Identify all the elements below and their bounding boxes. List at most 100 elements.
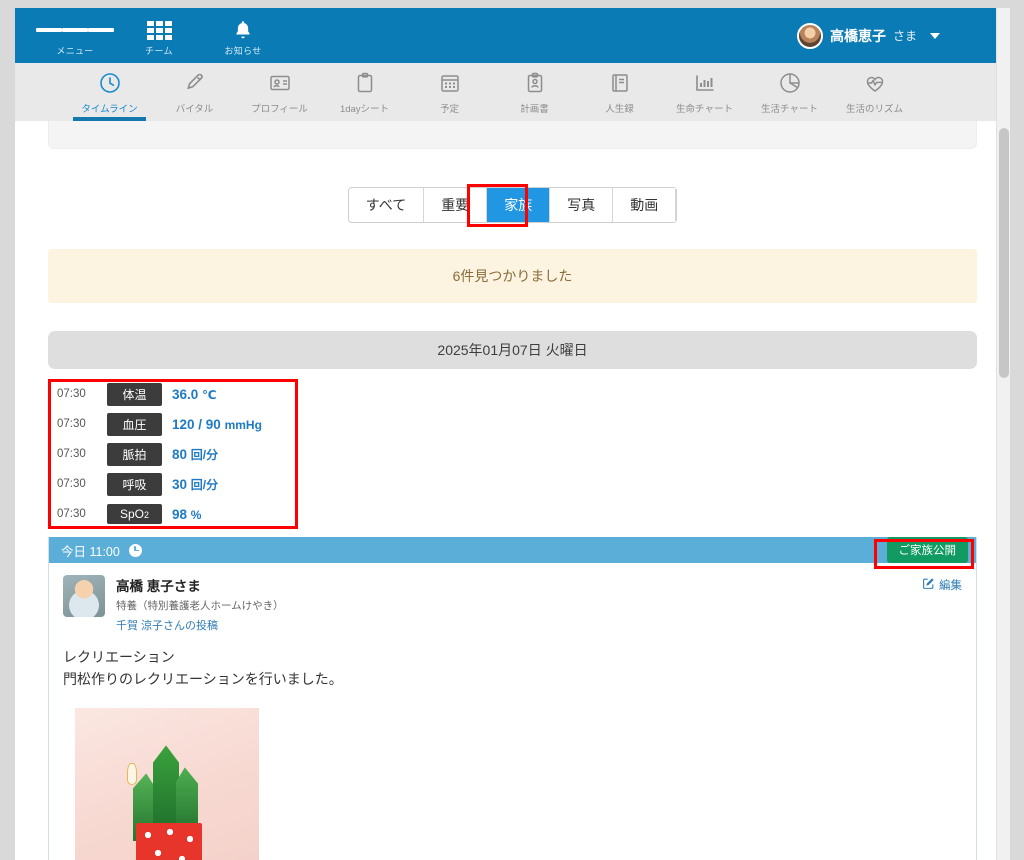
vital-row-temperature[interactable]: 07:30 体温 36.0 ℃ (48, 379, 298, 409)
thermometer-icon (183, 70, 207, 96)
post-content-line-1: レクリエーション (63, 649, 175, 665)
vital-row-pulse[interactable]: 07:30 脈拍 80 回/分 (48, 439, 298, 469)
tab-profile-label: プロフィール (251, 103, 308, 115)
person-plan-icon (523, 70, 547, 96)
vital-label: 血圧 (107, 412, 162, 436)
vital-label-text: SpO (119, 507, 144, 521)
filter-important[interactable]: 重要 (424, 188, 488, 222)
tab-living-chart[interactable]: 生活チャート (747, 63, 832, 121)
id-card-icon (268, 70, 292, 96)
kadomatsu-photo (75, 708, 259, 860)
clock-icon (98, 70, 122, 96)
vital-label: SpO2 (107, 504, 162, 524)
book-icon (608, 70, 632, 96)
notification-button[interactable]: お知らせ (215, 14, 271, 57)
vital-label-subscript: 2 (144, 510, 150, 520)
vital-value: 80 回/分 (172, 446, 218, 463)
family-share-badge[interactable]: ご家族公開 (886, 537, 968, 563)
post-poster-link[interactable]: 千賀 涼子さんの投稿 (116, 617, 284, 633)
tab-profile[interactable]: プロフィール (237, 63, 322, 121)
vital-unit: % (190, 507, 202, 522)
avatar (796, 22, 823, 49)
top-bar: メニュー チーム お知らせ 高橋恵子 さま (15, 8, 1010, 63)
vital-row-blood-pressure[interactable]: 07:30 血圧 120 / 90 mmHg (48, 409, 298, 439)
vital-value: 30 回/分 (172, 476, 218, 493)
vital-row-spo2[interactable]: 07:30 SpO2 98 % (48, 499, 298, 529)
post-photo[interactable] (75, 708, 259, 860)
filter-video[interactable]: 動画 (613, 188, 677, 222)
filter-photo[interactable]: 写真 (550, 188, 614, 222)
main-nav: タイムライン バイタル プロフィール 1dayシート 予定 計画書 人生録 生命… (15, 63, 1010, 121)
clipboard-icon (353, 70, 377, 96)
vertical-scrollbar[interactable] (996, 8, 1010, 860)
vital-unit: 回/分 (190, 447, 219, 462)
post-author-details: 高橋 恵子さま 特養（特別養護老人ホームけやき） 千賀 涼子さんの投稿 (116, 575, 284, 633)
vital-number: 98 (172, 506, 188, 522)
vital-time: 07:30 (57, 448, 86, 460)
tab-care-plan[interactable]: 計画書 (492, 63, 577, 121)
vital-unit: mmHg (224, 417, 262, 432)
vital-unit: ℃ (202, 387, 217, 402)
bell-notification-icon (232, 18, 254, 42)
vital-label: 体温 (107, 382, 162, 406)
heart-pulse-icon (863, 70, 887, 96)
edit-post-button[interactable]: 編集 (922, 577, 962, 593)
top-bar-actions: メニュー チーム お知らせ (15, 14, 271, 57)
pie-chart-icon (778, 70, 802, 96)
post-content-line-2: 門松作りのレクリエーションを行いました。 (63, 670, 343, 687)
filter-bar: すべて 重要 家族 写真 動画 (15, 184, 1010, 227)
filter-all[interactable]: すべて (348, 188, 425, 222)
app-page: メニュー チーム お知らせ 高橋恵子 さま タイムライン バイタル プロフィール… (15, 8, 1010, 860)
vital-time: 07:30 (57, 508, 86, 520)
tab-life-chart-label: 生命チャート (676, 103, 733, 115)
clock-icon (128, 543, 142, 557)
tab-timeline[interactable]: タイムライン (67, 63, 152, 121)
tab-1day-sheet[interactable]: 1dayシート (322, 63, 407, 121)
notification-button-label: お知らせ (224, 46, 262, 56)
post-author-name: 高橋 恵子さま (116, 579, 201, 594)
vital-row-respiration[interactable]: 07:30 呼吸 30 回/分 (48, 469, 298, 499)
decorative-tag (127, 763, 137, 786)
tab-timeline-label: タイムライン (81, 103, 138, 115)
tab-life-chart[interactable]: 生命チャート (662, 63, 747, 121)
vital-time: 07:30 (57, 478, 86, 490)
tab-life-record-label: 人生録 (605, 103, 634, 115)
user-name-suffix: さま (892, 29, 917, 43)
vital-label: 呼吸 (107, 472, 162, 496)
post-body: 高橋 恵子さま 特養（特別養護老人ホームけやき） 千賀 涼子さんの投稿 編集 レ… (49, 563, 976, 860)
chevron-down-icon[interactable] (930, 32, 940, 39)
post-time: 今日 11:00 (61, 544, 120, 559)
vital-value: 36.0 ℃ (172, 387, 217, 402)
grid-team-icon (146, 18, 172, 42)
vital-label: 脈拍 (107, 442, 162, 466)
user-menu[interactable]: 高橋恵子 さま (796, 22, 940, 49)
tab-vitals-label: バイタル (175, 103, 214, 115)
date-header: 2025年01月07日 火曜日 (48, 331, 977, 369)
vital-unit: 回/分 (190, 477, 219, 492)
tab-life-rhythm[interactable]: 生活のリズム (832, 63, 917, 121)
vital-number: 30 (172, 476, 188, 492)
filter-family[interactable]: 家族 (487, 188, 551, 222)
vital-number: 36.0 (172, 386, 199, 402)
vital-value: 120 / 90 mmHg (172, 417, 262, 432)
menu-button[interactable]: メニュー (36, 14, 114, 57)
tab-life-rhythm-label: 生活のリズム (845, 103, 903, 115)
hamburger-menu-icon (36, 18, 114, 42)
post-author: 高橋 恵子さま 特養（特別養護老人ホームけやき） 千賀 涼子さんの投稿 (63, 575, 962, 633)
floral-pot (136, 823, 202, 860)
vital-time: 07:30 (57, 418, 86, 430)
vitals-list: 07:30 体温 36.0 ℃ 07:30 血圧 120 / 90 mmHg 0… (48, 379, 298, 529)
scrolled-panel-remnant (48, 121, 977, 149)
team-button[interactable]: チーム (131, 14, 187, 57)
tab-schedule[interactable]: 予定 (407, 63, 492, 121)
tab-vitals[interactable]: バイタル (152, 63, 237, 121)
vital-time: 07:30 (57, 388, 86, 400)
scrollbar-thumb[interactable] (999, 128, 1009, 378)
post-header: 今日 11:00 ご家族公開 (49, 537, 976, 569)
user-name: 高橋恵子 (829, 27, 886, 44)
tab-life-record[interactable]: 人生録 (577, 63, 662, 121)
tab-care-plan-label: 計画書 (520, 103, 549, 115)
edit-pencil-icon (922, 577, 935, 593)
menu-button-label: メニュー (56, 46, 94, 56)
vital-value: 98 % (172, 507, 201, 522)
